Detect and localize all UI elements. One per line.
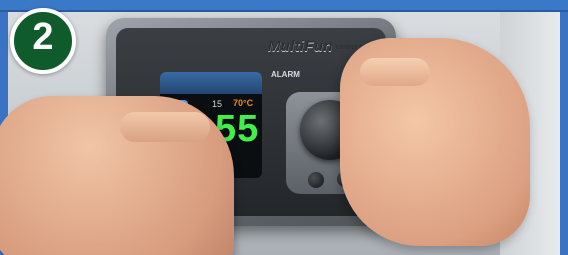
top-bar xyxy=(0,0,568,12)
screen-header xyxy=(160,72,262,94)
screenshot-frame: MultiFun control system 15 70°C 55 ALARM… xyxy=(0,0,568,255)
device-brand-label: MultiFun xyxy=(268,38,333,55)
step-badge: 2 xyxy=(10,8,76,74)
step-number: 2 xyxy=(32,16,54,58)
screen-setpoint: 70°C xyxy=(233,98,254,108)
left-hand-finger xyxy=(120,112,210,142)
right-hand-finger xyxy=(360,58,430,86)
device-button-left xyxy=(308,172,324,188)
alarm-label: ALARM xyxy=(271,70,300,79)
